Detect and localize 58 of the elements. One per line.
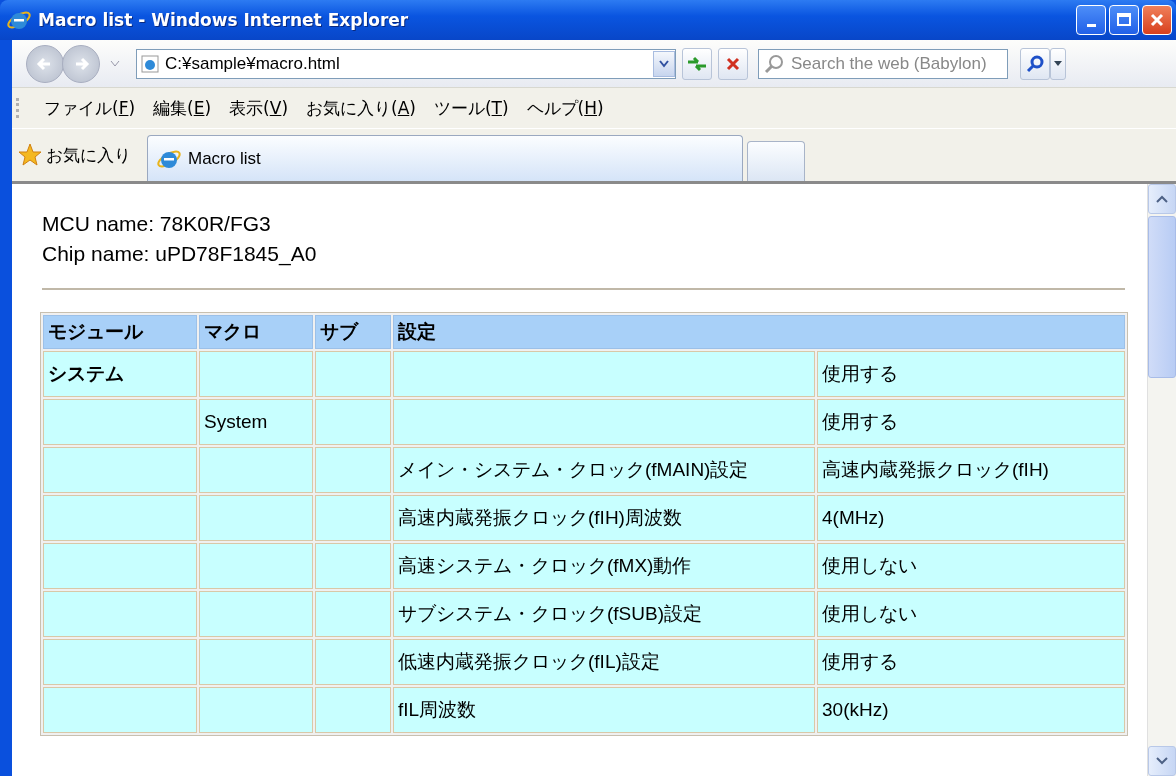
maximize-button[interactable] bbox=[1109, 5, 1139, 35]
menu-item[interactable]: 編集(E) bbox=[149, 94, 216, 122]
star-icon bbox=[18, 143, 42, 167]
search-icon bbox=[763, 52, 785, 75]
menu-item[interactable]: お気に入り(A) bbox=[302, 94, 420, 122]
table-cell: 低速内蔵発振クロック(fIL)設定 bbox=[393, 639, 815, 685]
table-cell: 使用しない bbox=[817, 591, 1125, 637]
table-cell: 使用する bbox=[817, 639, 1125, 685]
scroll-up-button[interactable] bbox=[1148, 184, 1176, 214]
window-title: Macro list - Windows Internet Explorer bbox=[38, 10, 409, 30]
table-cell: 使用する bbox=[817, 399, 1125, 445]
dropdown-button[interactable] bbox=[653, 50, 675, 77]
table-cell: メイン・システム・クロック(fMAIN)設定 bbox=[393, 447, 815, 493]
search-icon bbox=[1025, 53, 1045, 74]
column-header: 設定 bbox=[393, 315, 1125, 349]
refresh-icon bbox=[686, 54, 708, 73]
scroll-down-button[interactable] bbox=[1148, 746, 1176, 776]
close-button[interactable] bbox=[1142, 5, 1172, 35]
menu-item[interactable]: ヘルプ(H) bbox=[522, 94, 608, 122]
maximize-icon bbox=[1116, 12, 1132, 28]
caret-icon bbox=[1054, 60, 1062, 67]
table-cell: System bbox=[199, 399, 313, 445]
menu-item[interactable]: ファイル(F) bbox=[40, 94, 140, 122]
menu-item[interactable]: ツール(T) bbox=[429, 94, 513, 122]
stop-icon bbox=[725, 55, 741, 72]
search-input[interactable]: Search the web (Babylon) bbox=[789, 52, 1007, 75]
table-cell: 30(kHz) bbox=[817, 687, 1125, 733]
table-cell: 高速内蔵発振クロック(fIH)周波数 bbox=[393, 495, 815, 541]
info-text: MCU name: 78K0R/FG3 bbox=[42, 212, 271, 236]
stop-button[interactable] bbox=[718, 47, 748, 80]
minimize-button[interactable] bbox=[1076, 5, 1106, 35]
search-button[interactable] bbox=[1020, 47, 1050, 80]
column-header: モジュール bbox=[43, 315, 197, 349]
table-cell: 高速システム・クロック(fMX)動作 bbox=[393, 543, 815, 589]
search-field[interactable]: Search the web (Babylon) bbox=[758, 48, 1008, 79]
table-cell: 使用する bbox=[817, 351, 1125, 397]
refresh-button[interactable] bbox=[682, 47, 712, 80]
address-bar[interactable]: C:¥sample¥macro.html bbox=[136, 48, 676, 79]
search-options-button[interactable] bbox=[1050, 47, 1066, 80]
scroll-thumb[interactable] bbox=[1148, 216, 1176, 378]
table-cell: fIL周波数 bbox=[393, 687, 815, 733]
table-cell: サブシステム・クロック(fSUB)設定 bbox=[393, 591, 815, 637]
table-cell: 使用しない bbox=[817, 543, 1125, 589]
info-text: Chip name: uPD78F1845_A0 bbox=[42, 242, 317, 266]
table-cell: 4(MHz) bbox=[817, 495, 1125, 541]
scrollbar[interactable] bbox=[1147, 184, 1176, 776]
column-header: マクロ bbox=[199, 315, 313, 349]
table-cell: システム bbox=[43, 351, 197, 397]
address-field[interactable]: C:¥sample¥macro.html bbox=[163, 52, 649, 75]
browser-tab[interactable]: Macro list bbox=[147, 135, 743, 181]
page-icon bbox=[141, 54, 159, 73]
favorites-button[interactable]: お気に入り bbox=[12, 132, 147, 178]
menu-item[interactable]: 表示(V) bbox=[225, 94, 292, 122]
table-cell: 高速内蔵発振クロック(fIH) bbox=[817, 447, 1125, 493]
close-icon bbox=[1149, 12, 1165, 28]
caret-icon bbox=[658, 58, 670, 69]
minimize-icon bbox=[1086, 23, 1096, 27]
column-header: サブ bbox=[315, 315, 391, 349]
